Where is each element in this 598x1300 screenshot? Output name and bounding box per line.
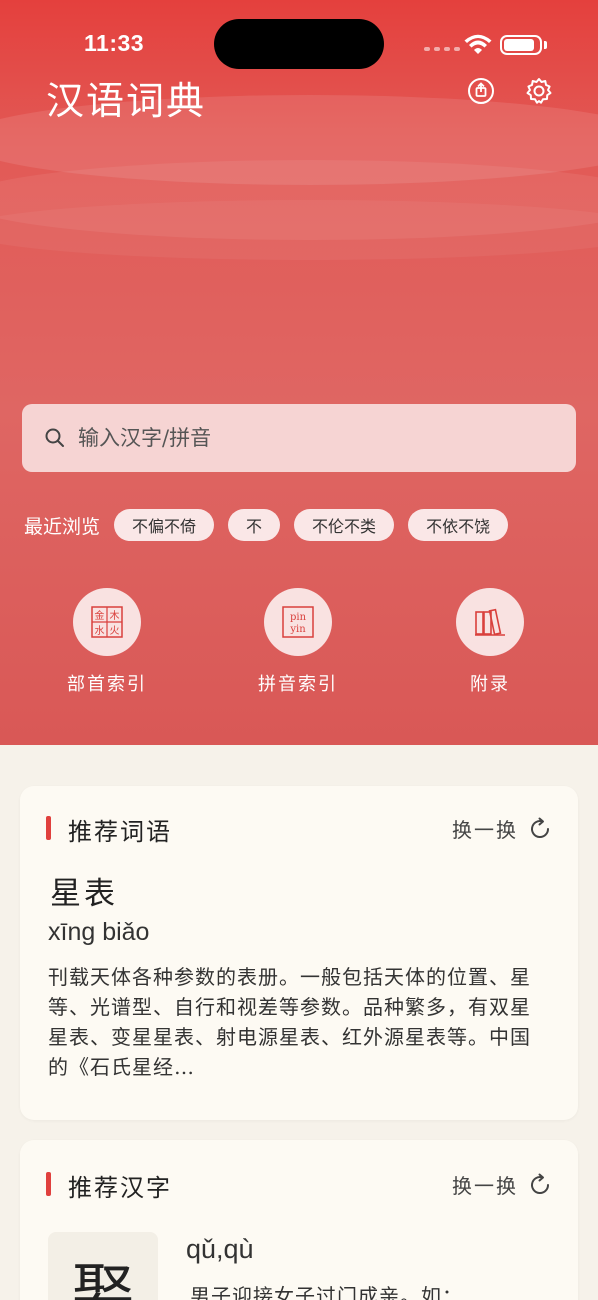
refresh-label: 换一换	[452, 818, 518, 842]
pinyin-glyph: yin	[289, 624, 306, 635]
word-pinyin: xīng biǎo	[48, 918, 150, 946]
radical-index-button[interactable]: 金 木 水 火 部首索引	[47, 588, 167, 696]
wifi-icon	[464, 34, 492, 54]
refresh-word-button[interactable]: 换一换	[452, 814, 552, 843]
char-pinyin: qǔ,qù	[186, 1234, 254, 1264]
refresh-icon	[531, 817, 550, 838]
decorative-wave	[0, 200, 598, 260]
signal-icon	[424, 47, 460, 51]
pinyin-index-button[interactable]: pin yin 拼音索引	[238, 588, 358, 696]
radical-glyph: 金	[95, 609, 105, 622]
books-icon	[456, 588, 524, 656]
search-icon	[45, 428, 64, 447]
app-title: 汉语词典	[46, 79, 207, 123]
section-title: 推荐词语	[68, 818, 172, 846]
recent-history: 最近浏览 不偏不倚 不 不伦不类 不依不饶	[24, 508, 522, 542]
search-input[interactable]	[78, 418, 558, 458]
section-title: 推荐汉字	[68, 1174, 172, 1202]
recent-chip[interactable]: 不	[228, 509, 281, 541]
radical-index-icon: 金 木 水 火	[73, 588, 141, 656]
char-tile[interactable]: 娶	[48, 1232, 158, 1300]
radical-glyph: 木	[110, 610, 120, 622]
radical-index-label: 部首索引	[67, 674, 147, 695]
char-glyph: 娶	[71, 1256, 134, 1300]
refresh-char-button[interactable]: 换一换	[452, 1170, 552, 1199]
dynamic-island	[214, 19, 384, 69]
settings-button[interactable]	[524, 76, 554, 106]
appendix-button[interactable]: 附录	[430, 588, 550, 696]
radical-glyph: 火	[110, 625, 120, 637]
recommended-char-card: 推荐汉字 换一换 娶 qǔ,qù 男子迎接女子过门成亲。如：	[20, 1140, 578, 1300]
recent-label: 最近浏览	[24, 515, 101, 538]
battery-icon	[500, 35, 542, 55]
section-accent-bar	[46, 816, 51, 840]
appendix-label: 附录	[470, 674, 510, 695]
recent-chip[interactable]: 不依不饶	[408, 509, 509, 541]
radical-glyph: 水	[95, 625, 105, 637]
recent-chip[interactable]: 不偏不倚	[114, 509, 215, 541]
refresh-label: 换一换	[452, 1174, 518, 1198]
status-time: 11:33	[84, 30, 145, 56]
battery-cap	[544, 41, 547, 49]
section-accent-bar	[46, 1172, 51, 1196]
char-definition: 男子迎接女子过门成亲。如：	[190, 1284, 463, 1300]
gear-icon	[526, 78, 552, 104]
share-button[interactable]	[466, 76, 496, 106]
hero-header: 11:33 汉语词典 最近浏览 不偏不倚	[0, 0, 598, 745]
pinyin-index-label: 拼音索引	[258, 674, 338, 695]
pinyin-glyph: pin	[290, 612, 307, 623]
recent-chip[interactable]: 不伦不类	[294, 509, 395, 541]
refresh-icon	[531, 1173, 550, 1194]
word-headword[interactable]: 星表	[50, 868, 118, 913]
pinyin-index-icon: pin yin	[264, 588, 332, 656]
word-definition: 刊载天体各种参数的表册。一般包括天体的位置、星等、光谱型、自行和视差等参数。品种…	[48, 965, 531, 1079]
search-bar[interactable]	[22, 404, 576, 472]
recommended-word-card: 推荐词语 换一换 星表 xīng biǎo 刊载天体各种参数的表册。一般包括天体…	[20, 786, 578, 1120]
share-icon	[468, 78, 494, 104]
status-bar: 11:33	[0, 0, 598, 80]
